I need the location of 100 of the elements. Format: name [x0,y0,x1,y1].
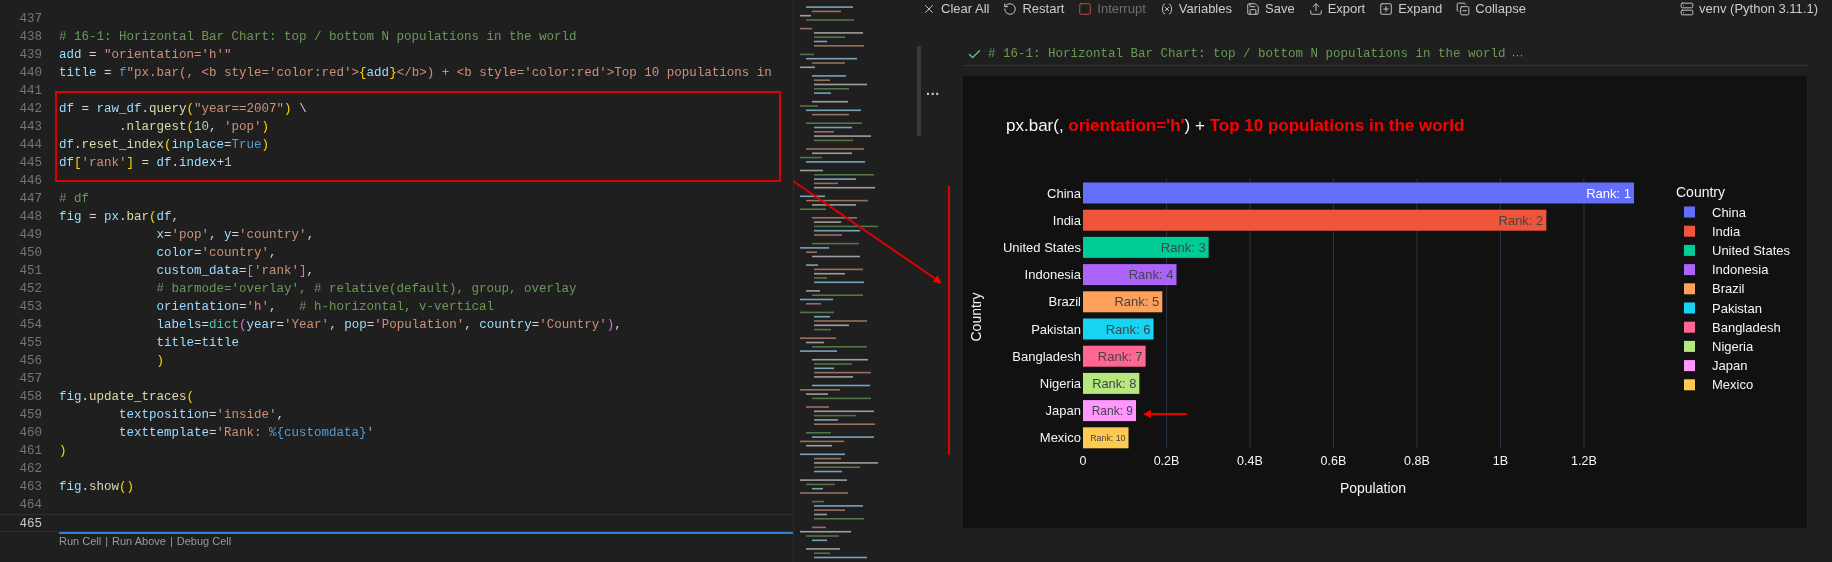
legend-swatch[interactable] [1684,360,1695,372]
legend-label[interactable]: China [1712,204,1746,220]
legend-label[interactable]: Pakistan [1712,300,1762,316]
kernel-picker[interactable]: venv (Python 3.11.1) [1680,0,1818,19]
codelens-link[interactable]: Run Above [112,534,166,548]
toolbar-button[interactable]: Variables [1159,0,1232,19]
codelens-separator: | [169,534,173,548]
legend-label[interactable]: Mexico [1712,377,1754,393]
code-line: fig.update_traces( [59,389,195,406]
legend-swatch[interactable] [1684,302,1695,314]
code-line: labels=dict(year='Year', pop='Population', country='Country'), [155,317,622,334]
line-number: 456 [18,353,42,370]
line-number: 450 [18,245,42,262]
code-line: ) [59,443,67,460]
close-icon [922,2,936,16]
line-number: 442 [18,101,42,118]
toolbar-button[interactable]: Export [1308,0,1366,19]
legend-swatch[interactable] [1684,321,1695,333]
restart-icon [1003,2,1018,16]
toolbar-button[interactable]: Expand [1379,0,1443,19]
line-number: 440 [18,65,42,82]
category-label: Bangladesh [1012,348,1081,364]
codelens-link[interactable]: Run Cell [59,534,102,548]
legend-label[interactable]: Nigeria [1712,338,1754,354]
code-line: texttemplate='Rank: %{customdata}' [118,425,375,442]
code-line: df.reset_index(inplace=True) [59,137,270,154]
tick-label: 0.6B [1320,454,1347,468]
bar: Rank: 10 [1083,427,1129,449]
tick-label: 1B [1492,454,1509,468]
line-number: 438 [18,29,42,46]
legend-label[interactable]: Japan [1712,358,1748,374]
upload-icon [1308,2,1323,16]
line-number: 454 [18,317,42,334]
code-line: custom_data=['rank'], [155,263,315,280]
legend-label[interactable]: United States [1712,242,1791,258]
code-line: orientation='h', # h-horizontal, v-vertical [155,299,495,316]
server-icon [1680,2,1694,16]
category-label: United States [1002,239,1081,255]
legend-swatch[interactable] [1684,206,1695,218]
line-number: 463 [18,479,42,496]
bar: Rank: 4 [1083,264,1177,286]
bar: Rank: 3 [1083,236,1209,258]
code-line: x='pop', y='country', [155,227,315,244]
code-line: # df [59,191,89,208]
line-number: 459 [18,407,42,424]
codelens-link[interactable]: Debug Cell [176,534,232,548]
category-label: China [1047,185,1081,201]
category-label: Pakistan [1031,321,1081,337]
legend-label[interactable]: India [1712,223,1741,239]
legend-swatch[interactable] [1684,283,1695,295]
toolbar-button[interactable]: Save [1246,0,1295,19]
bar: Rank: 1 [1083,182,1634,204]
output-menu[interactable]: ··· [926,84,940,105]
code-line: fig.show() [59,479,135,496]
legend-swatch[interactable] [1684,340,1695,352]
bar: Rank: 6 [1083,318,1154,340]
legend-label[interactable]: Brazil [1712,281,1745,297]
code-line: title=title [155,335,240,352]
chart-title: px.bar(, orientation='h') + Top 10 populations in the world [1006,116,1465,135]
category-label: Nigeria [1039,375,1081,391]
legend-swatch[interactable] [1684,264,1695,276]
category-label: India [1052,212,1081,228]
legend-swatch[interactable] [1684,379,1695,391]
line-number: 444 [18,137,42,154]
code-line: title = f"px.bar(, <b style='color:red'>{add}</b>) + <b style='color:red'>Top 10 populations in [59,65,772,82]
cell-summary[interactable]: # 16-1: Horizontal Bar Chart: top / bottom N populations in the world [988,45,1506,64]
line-number: 448 [18,209,42,226]
toolbar-button[interactable]: Restart [1003,0,1065,19]
category-label: Japan [1045,403,1081,419]
line-number: 445 [18,155,42,172]
toolbar-button[interactable]: Collapse [1456,0,1526,19]
legend-swatch[interactable] [1684,225,1695,237]
line-number: 455 [18,335,42,352]
line-number: 437 [18,11,42,28]
legend-label[interactable]: Bangladesh [1712,319,1781,335]
toolbar-button[interactable]: Clear All [922,0,990,19]
variable-icon [1159,2,1174,16]
line-number: 452 [18,281,42,298]
codelens-separator: | [105,534,109,548]
more-indicator[interactable]: ··· [1511,45,1524,64]
bar: Rank: 5 [1083,291,1163,313]
code-line: .nlargest(10, 'pop') [118,119,270,136]
line-number: 457 [18,371,42,388]
line-number: 446 [18,173,42,190]
line-number: 460 [18,425,42,442]
square-icon [1078,2,1093,16]
code-line: fig = px.bar(df, [59,209,180,226]
code-line: color='country', [155,245,277,262]
line-number: 458 [18,389,42,406]
line-number: 451 [18,263,42,280]
line-number: 462 [18,461,42,478]
legend-swatch[interactable] [1684,244,1695,256]
tick-label: 0.2B [1153,454,1180,468]
bar: Rank: 8 [1083,372,1140,394]
legend-label[interactable]: Indonesia [1712,262,1769,278]
code-line: # barmode='overlay', # relative(default), group, overlay [155,281,577,298]
line-number: 443 [18,119,42,136]
line-number: 441 [18,83,42,100]
line-number: 453 [18,299,42,316]
y-axis-title: Country [968,292,984,342]
